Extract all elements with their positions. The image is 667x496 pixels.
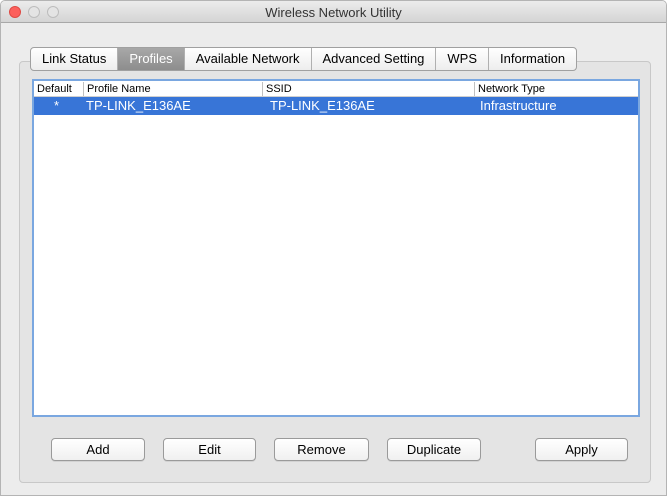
- cell-profile-name: TP-LINK_E136AE: [86, 98, 191, 113]
- add-button[interactable]: Add: [51, 438, 145, 461]
- duplicate-button[interactable]: Duplicate: [387, 438, 481, 461]
- column-header-profile-name[interactable]: Profile Name: [83, 82, 262, 96]
- profiles-table[interactable]: Default Profile Name SSID Network Type *…: [32, 79, 640, 417]
- tab-link-status[interactable]: Link Status: [31, 48, 119, 70]
- tab-available-network[interactable]: Available Network: [185, 48, 312, 70]
- column-header-ssid[interactable]: SSID: [262, 82, 474, 96]
- tab-wps[interactable]: WPS: [436, 48, 490, 70]
- tab-advanced-setting[interactable]: Advanced Setting: [312, 48, 437, 70]
- column-header-default[interactable]: Default: [34, 82, 83, 96]
- tab-information[interactable]: Information: [489, 48, 576, 70]
- tab-profiles[interactable]: Profiles: [118, 48, 185, 70]
- app-window: Wireless Network Utility Link Status Pro…: [0, 0, 667, 496]
- apply-button[interactable]: Apply: [535, 438, 628, 461]
- cell-ssid: TP-LINK_E136AE: [270, 98, 375, 113]
- tab-bar: Link Status Profiles Available Network A…: [30, 47, 578, 71]
- window-title: Wireless Network Utility: [265, 5, 402, 20]
- title-bar: Wireless Network Utility: [1, 1, 666, 23]
- cell-default: *: [54, 98, 60, 113]
- table-header: Default Profile Name SSID Network Type: [34, 81, 638, 97]
- table-row[interactable]: * TP-LINK_E136AE TP-LINK_E136AE Infrastr…: [34, 97, 638, 115]
- edit-button[interactable]: Edit: [163, 438, 256, 461]
- column-header-network-type[interactable]: Network Type: [474, 82, 638, 96]
- cell-network-type: Infrastructure: [480, 98, 557, 113]
- remove-button[interactable]: Remove: [274, 438, 369, 461]
